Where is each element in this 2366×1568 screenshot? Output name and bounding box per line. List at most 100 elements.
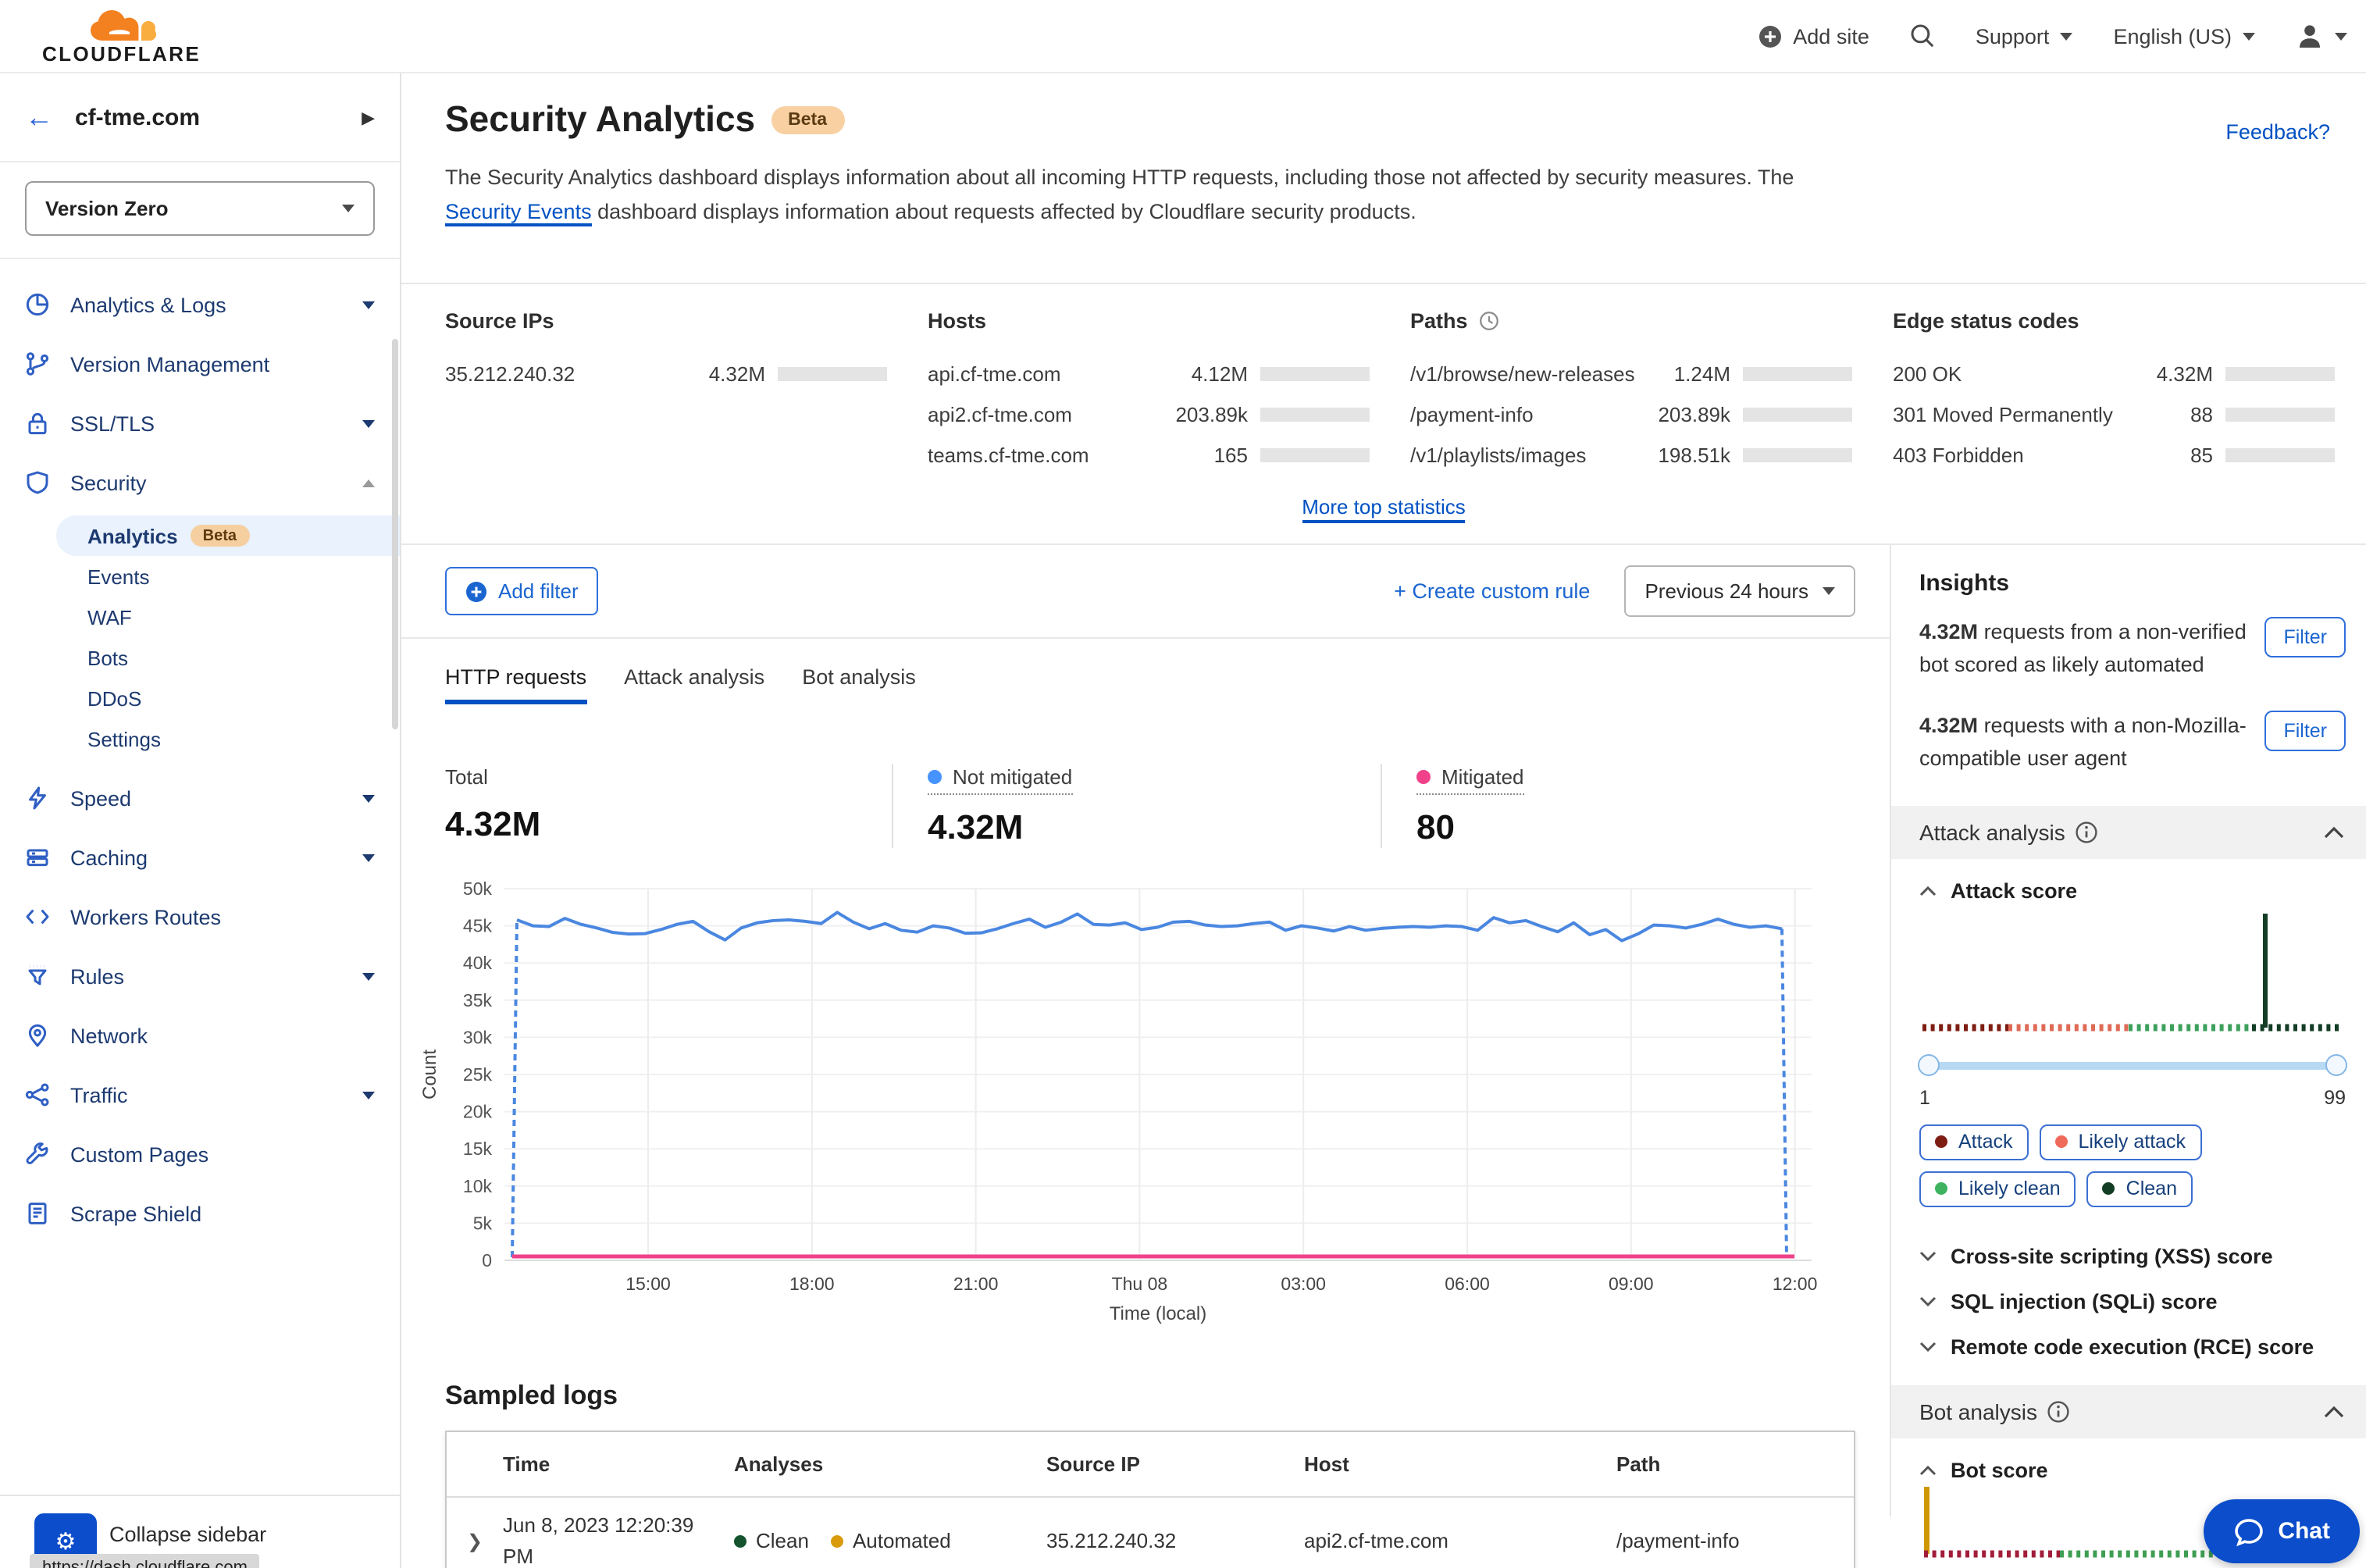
sidebar-item-workers-routes[interactable]: Workers Routes xyxy=(0,887,400,946)
section-toggle-cross-site-scripting-xss-score[interactable]: Cross-site scripting (XSS) score xyxy=(1919,1233,2346,1278)
more-top-statistics-link[interactable]: More top statistics xyxy=(1302,495,1466,523)
sidebar-item-ssl-tls[interactable]: SSL/TLS xyxy=(0,394,400,453)
account-menu[interactable] xyxy=(2296,22,2347,50)
chevron-down-icon xyxy=(362,419,375,427)
expand-row-icon[interactable]: ❯ xyxy=(447,1530,503,1552)
sidebar-item-events[interactable]: Events xyxy=(56,556,400,597)
cloudflare-cloud-icon xyxy=(90,10,156,41)
total-mitigated: Mitigated 80 xyxy=(1381,764,1555,848)
chevron-down-icon xyxy=(2060,32,2073,40)
stat-row[interactable]: 403 Forbidden 85 xyxy=(1893,434,2335,475)
user-icon xyxy=(2300,25,2320,48)
score-chip-attack[interactable]: Attack xyxy=(1919,1124,2029,1160)
svg-text:06:00: 06:00 xyxy=(1445,1274,1490,1294)
sidebar-item-speed[interactable]: Speed xyxy=(0,768,400,828)
create-custom-rule-link[interactable]: + Create custom rule xyxy=(1394,579,1590,603)
chevron-down-icon xyxy=(342,205,355,212)
stat-row[interactable]: /v1/browse/new-releases 1.24M xyxy=(1410,353,1852,394)
site-expand-icon[interactable]: ▶ xyxy=(362,107,375,127)
tab-attack-analysis[interactable]: Attack analysis xyxy=(624,665,764,704)
chevron-up-icon xyxy=(362,479,375,486)
sidebar-scrollbar[interactable] xyxy=(392,339,398,729)
stat-row[interactable]: 301 Moved Permanently 88 xyxy=(1893,394,2335,434)
bot-score-toggle[interactable]: Bot score xyxy=(1919,1458,2346,1481)
stat-row[interactable]: 200 OK 4.32M xyxy=(1893,353,2335,394)
stat-row[interactable]: api.cf-tme.com 4.12M xyxy=(928,353,1370,394)
support-menu[interactable]: Support xyxy=(1976,24,2073,48)
sidebar-item-traffic[interactable]: Traffic xyxy=(0,1065,400,1124)
section-toggle-remote-code-execution-rce-score[interactable]: Remote code execution (RCE) score xyxy=(1919,1324,2346,1369)
sidebar-item-rules[interactable]: Rules xyxy=(0,946,400,1006)
code-brackets-icon xyxy=(26,909,49,925)
wrench-icon xyxy=(26,1142,48,1165)
attack-score-toggle[interactable]: Attack score xyxy=(1919,878,2346,902)
add-filter-button[interactable]: Add filter xyxy=(445,567,599,615)
stat-row[interactable]: 35.212.240.32 4.32M xyxy=(445,353,887,394)
table-row[interactable]: ❯ Jun 8, 2023 12:20:39 PM Clean Automated 35.… xyxy=(447,1498,1854,1568)
sidebar-item-settings[interactable]: Settings xyxy=(56,718,400,759)
chevron-down-icon xyxy=(1919,1296,1937,1306)
sidebar-item-scrape-shield[interactable]: Scrape Shield xyxy=(0,1184,400,1243)
score-chip-likely-attack[interactable]: Likely attack xyxy=(2039,1124,2202,1160)
chevron-down-icon xyxy=(1919,1342,1937,1352)
language-menu[interactable]: English (US) xyxy=(2113,24,2255,48)
tab-bot-analysis[interactable]: Bot analysis xyxy=(802,665,916,704)
pie-chart-icon xyxy=(26,293,49,316)
slider-max-label: 99 xyxy=(2324,1086,2346,1109)
stat-row[interactable]: /payment-info 203.89k xyxy=(1410,394,1852,434)
add-site-button[interactable]: Add site xyxy=(1758,24,1869,48)
slider-handle-max[interactable] xyxy=(2325,1053,2347,1076)
svg-text:0: 0 xyxy=(482,1250,492,1270)
insight-filter-button[interactable]: Filter xyxy=(2264,710,2346,751)
insights-panel: Insights 4.32M requests from a non-verif… xyxy=(1890,545,2366,1557)
security-events-link[interactable]: Security Events xyxy=(445,200,592,227)
attack-analysis-header[interactable]: Attack analysis xyxy=(1891,805,2366,859)
info-icon xyxy=(2048,1400,2070,1422)
sidebar-item-security[interactable]: Security xyxy=(0,453,400,512)
stat-row[interactable]: api2.cf-tme.com 203.89k xyxy=(928,394,1370,434)
bot-analysis-header[interactable]: Bot analysis xyxy=(1891,1384,2366,1438)
stat-bar xyxy=(1743,407,1852,421)
sidebar-item-custom-pages[interactable]: Custom Pages xyxy=(0,1124,400,1184)
collapse-sidebar-button[interactable]: Collapse sidebar xyxy=(109,1523,266,1546)
version-select[interactable]: Version Zero xyxy=(25,181,375,236)
sidebar-item-bots[interactable]: Bots xyxy=(56,637,400,678)
stat-bar xyxy=(1260,366,1370,380)
http-requests-chart[interactable]: 0 5k 10k 15k 20k 25k 30k 35k 40k 45k 50k 15:00 18:00… xyxy=(414,870,1890,1346)
slider-handle-min[interactable] xyxy=(1918,1053,1940,1076)
search-icon[interactable] xyxy=(1910,23,1935,48)
chat-button[interactable]: Chat xyxy=(2203,1499,2360,1563)
sidebar-item-ddos[interactable]: DDoS xyxy=(56,678,400,718)
back-arrow-icon[interactable]: ← xyxy=(25,103,53,131)
location-pin-icon xyxy=(28,1024,47,1047)
sidebar-item-version-management[interactable]: Version Management xyxy=(0,334,400,394)
stat-row[interactable]: /v1/playlists/images 198.51k xyxy=(1410,434,1852,475)
feedback-link[interactable]: Feedback? xyxy=(2225,120,2330,144)
cloudflare-logo[interactable]: CLOUDFLARE xyxy=(42,8,201,64)
insight-filter-button[interactable]: Filter xyxy=(2264,617,2346,657)
stat-column-hosts: Hosts api.cf-tme.com 4.12M api2.cf-tme.com 2… xyxy=(928,309,1370,475)
legend-dot xyxy=(928,770,942,784)
score-chip-likely-clean[interactable]: Likely clean xyxy=(1919,1171,2076,1207)
sidebar-item-caching[interactable]: Caching xyxy=(0,828,400,887)
status-dot xyxy=(734,1534,747,1547)
score-chip-clean[interactable]: Clean xyxy=(2086,1171,2193,1207)
sidebar-item-waf[interactable]: WAF xyxy=(56,597,400,637)
chevron-down-icon xyxy=(2243,32,2255,40)
chevron-down-icon xyxy=(2335,32,2347,40)
sidebar-item-analytics[interactable]: Analytics Beta xyxy=(56,515,400,556)
time-range-select[interactable]: Previous 24 hours xyxy=(1624,565,1855,617)
section-toggle-sql-injection-sqli-score[interactable]: SQL injection (SQLi) score xyxy=(1919,1278,2346,1324)
sidebar-item-network[interactable]: Network xyxy=(0,1006,400,1065)
chat-bubble-icon xyxy=(2234,1518,2263,1546)
attack-score-histogram xyxy=(1922,913,2341,1031)
sidebar-item-analytics-logs[interactable]: Analytics & Logs xyxy=(0,275,400,334)
chevron-down-icon xyxy=(1823,587,1835,595)
attack-score-slider[interactable] xyxy=(1918,1052,2347,1080)
plus-circle-icon xyxy=(466,581,486,601)
stat-row[interactable]: teams.cf-tme.com 165 xyxy=(928,434,1370,475)
page-description: The Security Analytics dashboard display… xyxy=(445,161,1804,230)
tab-http-requests[interactable]: HTTP requests xyxy=(445,665,587,704)
analytics-tabs: HTTP requests Attack analysis Bot analysis xyxy=(401,639,1890,704)
sidebar-nav: Analytics & Logs Version Management SSL/TL… xyxy=(0,259,400,1243)
